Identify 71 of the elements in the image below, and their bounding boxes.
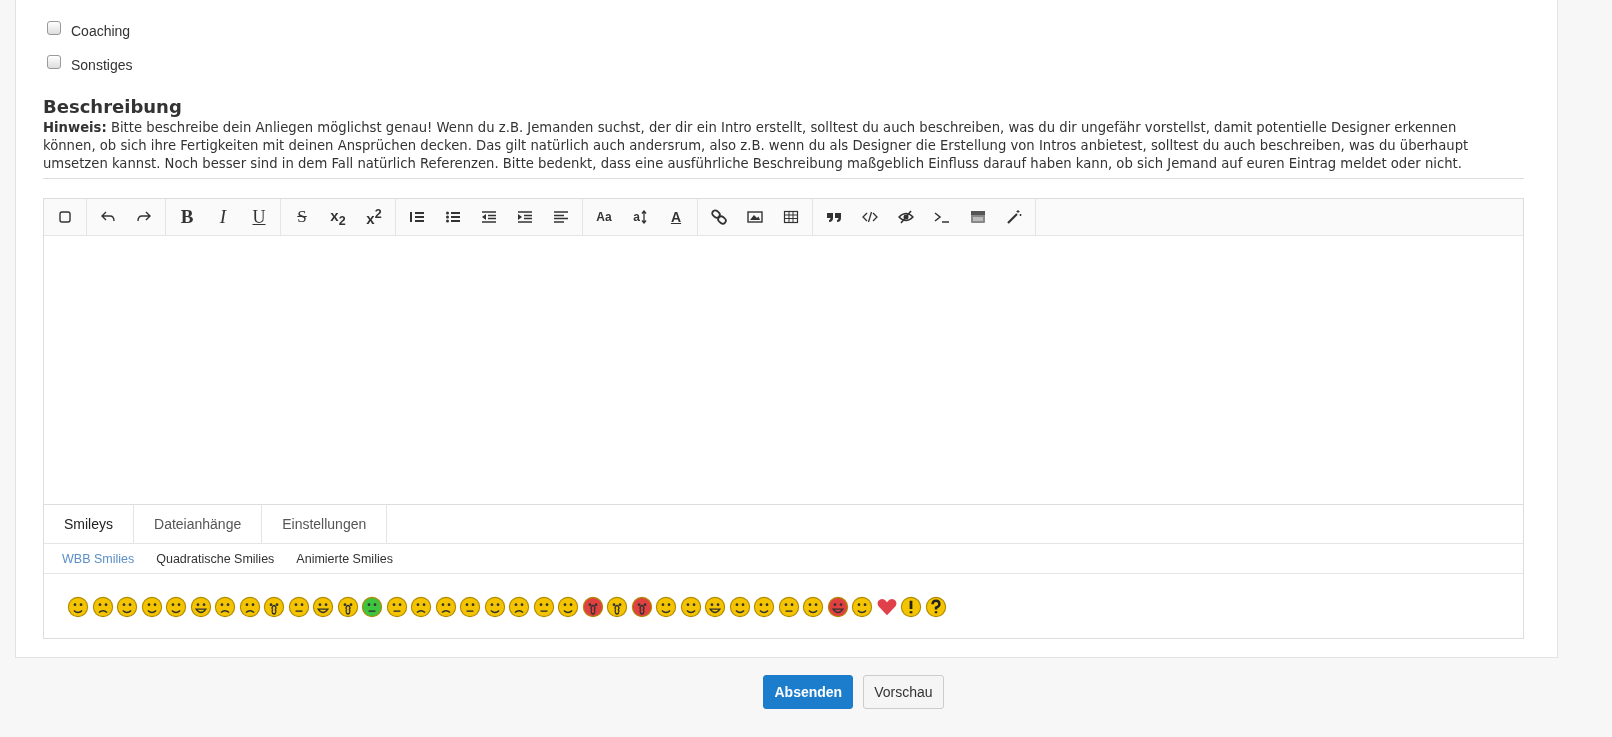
smiley-icon[interactable] <box>410 596 432 618</box>
smiley-icon[interactable] <box>679 596 702 618</box>
heart-icon[interactable] <box>875 596 898 618</box>
link-icon <box>711 209 727 225</box>
preview-button[interactable]: Vorschau <box>863 675 944 709</box>
format-button[interactable]: x$_{2}$ <box>320 199 356 235</box>
format-button[interactable]: B <box>169 199 205 235</box>
image-icon <box>747 209 763 225</box>
smiley-icon[interactable] <box>214 596 236 618</box>
smiley-icon[interactable] <box>287 596 310 618</box>
smiley-icon[interactable] <box>67 596 89 618</box>
smiley-icon[interactable] <box>189 596 212 618</box>
format-button[interactable]: a <box>622 199 658 235</box>
smiley-icon[interactable] <box>581 596 604 618</box>
smiley-icon[interactable] <box>630 596 653 618</box>
format-button[interactable]: x$^{2}$ <box>356 199 392 235</box>
question-icon[interactable] <box>924 596 947 618</box>
smiley-icon[interactable] <box>483 596 506 618</box>
sub-tab[interactable]: Quadratische Smilies <box>156 551 275 566</box>
smiley-icon[interactable] <box>238 596 261 618</box>
smiley-icon[interactable] <box>753 596 775 618</box>
smiley-icon[interactable] <box>728 596 751 618</box>
indent-icon <box>517 209 533 225</box>
submit-button[interactable]: Absenden <box>763 675 854 709</box>
smiley-icon[interactable] <box>361 596 383 618</box>
outdent-icon <box>481 209 497 225</box>
smiley-icon[interactable] <box>655 596 677 618</box>
format-button[interactable]: U <box>241 199 277 235</box>
smiley-icon[interactable] <box>312 596 334 618</box>
smiley-icon[interactable] <box>802 596 824 618</box>
align-left-icon <box>553 209 569 225</box>
numbered-list-icon <box>409 209 425 225</box>
smiley-icon[interactable] <box>606 596 628 618</box>
smiley-icon[interactable] <box>459 596 481 618</box>
smiley-icon[interactable] <box>851 596 873 618</box>
bullet-list-icon <box>445 209 461 225</box>
smiley-icon[interactable] <box>777 596 800 618</box>
smiley-icon[interactable] <box>263 596 285 618</box>
smiley-icon[interactable] <box>91 596 114 618</box>
checkbox-label: Sonstiges <box>71 57 133 73</box>
format-button[interactable]: I <box>205 199 241 235</box>
exclamation-icon[interactable] <box>900 596 922 618</box>
checkbox-label: Coaching <box>71 23 131 39</box>
smiley-icon[interactable] <box>385 596 408 618</box>
window-icon <box>970 209 986 225</box>
smiley-icon[interactable] <box>508 596 530 618</box>
hint-text: Hinweis: Bitte beschreibe dein Anliegen möglichst genau! Wenn du z.B. Jemanden suchst, der dir ein Intro erstellt, solltest du auch beschreiben, was du dir ungefähr vorstellst, damit potentielle Designer erkennen können, ob sich ihre Fertigkeiten mit deinen Ansprüchen decken. Das gilt natürlich auch andersrum, also z.B. wenn du als Designer die Erstellung von Intros anbietest, solltest du auch beschreiben, was du überhaupt umsetzen kannst. Noch besser sind in dem Fall natürlich Referenzen. Bitte bedenkt, dass eine ausführliche Beschreibung maßgeblich Einfluss darauf haben kann, ob sich Jemand auf euren Eintrag meldet oder nicht. <box>43 119 1470 173</box>
format-button[interactable]: A <box>658 199 694 235</box>
checkbox[interactable] <box>47 21 61 35</box>
magic-wand-icon <box>1006 209 1022 225</box>
smiley-icon[interactable] <box>532 596 555 618</box>
smiley-icon[interactable] <box>165 596 187 618</box>
terminal-icon <box>934 209 950 225</box>
smiley-icon[interactable] <box>140 596 163 618</box>
format-button[interactable]: S <box>284 199 320 235</box>
code-icon <box>862 209 878 225</box>
smiley-icon[interactable] <box>434 596 457 618</box>
sub-tab[interactable]: Animierte Smilies <box>296 551 393 566</box>
smiley-icon[interactable] <box>704 596 726 618</box>
up-down-arrow-icon <box>640 210 647 224</box>
smiley-icon[interactable] <box>116 596 138 618</box>
smiley-icon[interactable] <box>826 596 849 618</box>
table-icon <box>783 209 799 225</box>
smiley-icon[interactable] <box>557 596 579 618</box>
sub-tab[interactable]: WBB Smilies <box>62 551 135 566</box>
format-button[interactable]: Aa <box>586 199 622 235</box>
checkbox-icon <box>57 209 73 225</box>
checkbox[interactable] <box>47 55 61 69</box>
eye-slash-icon <box>898 209 914 225</box>
smiley-icon[interactable] <box>336 596 359 618</box>
section-heading: Beschreibung <box>43 96 183 117</box>
